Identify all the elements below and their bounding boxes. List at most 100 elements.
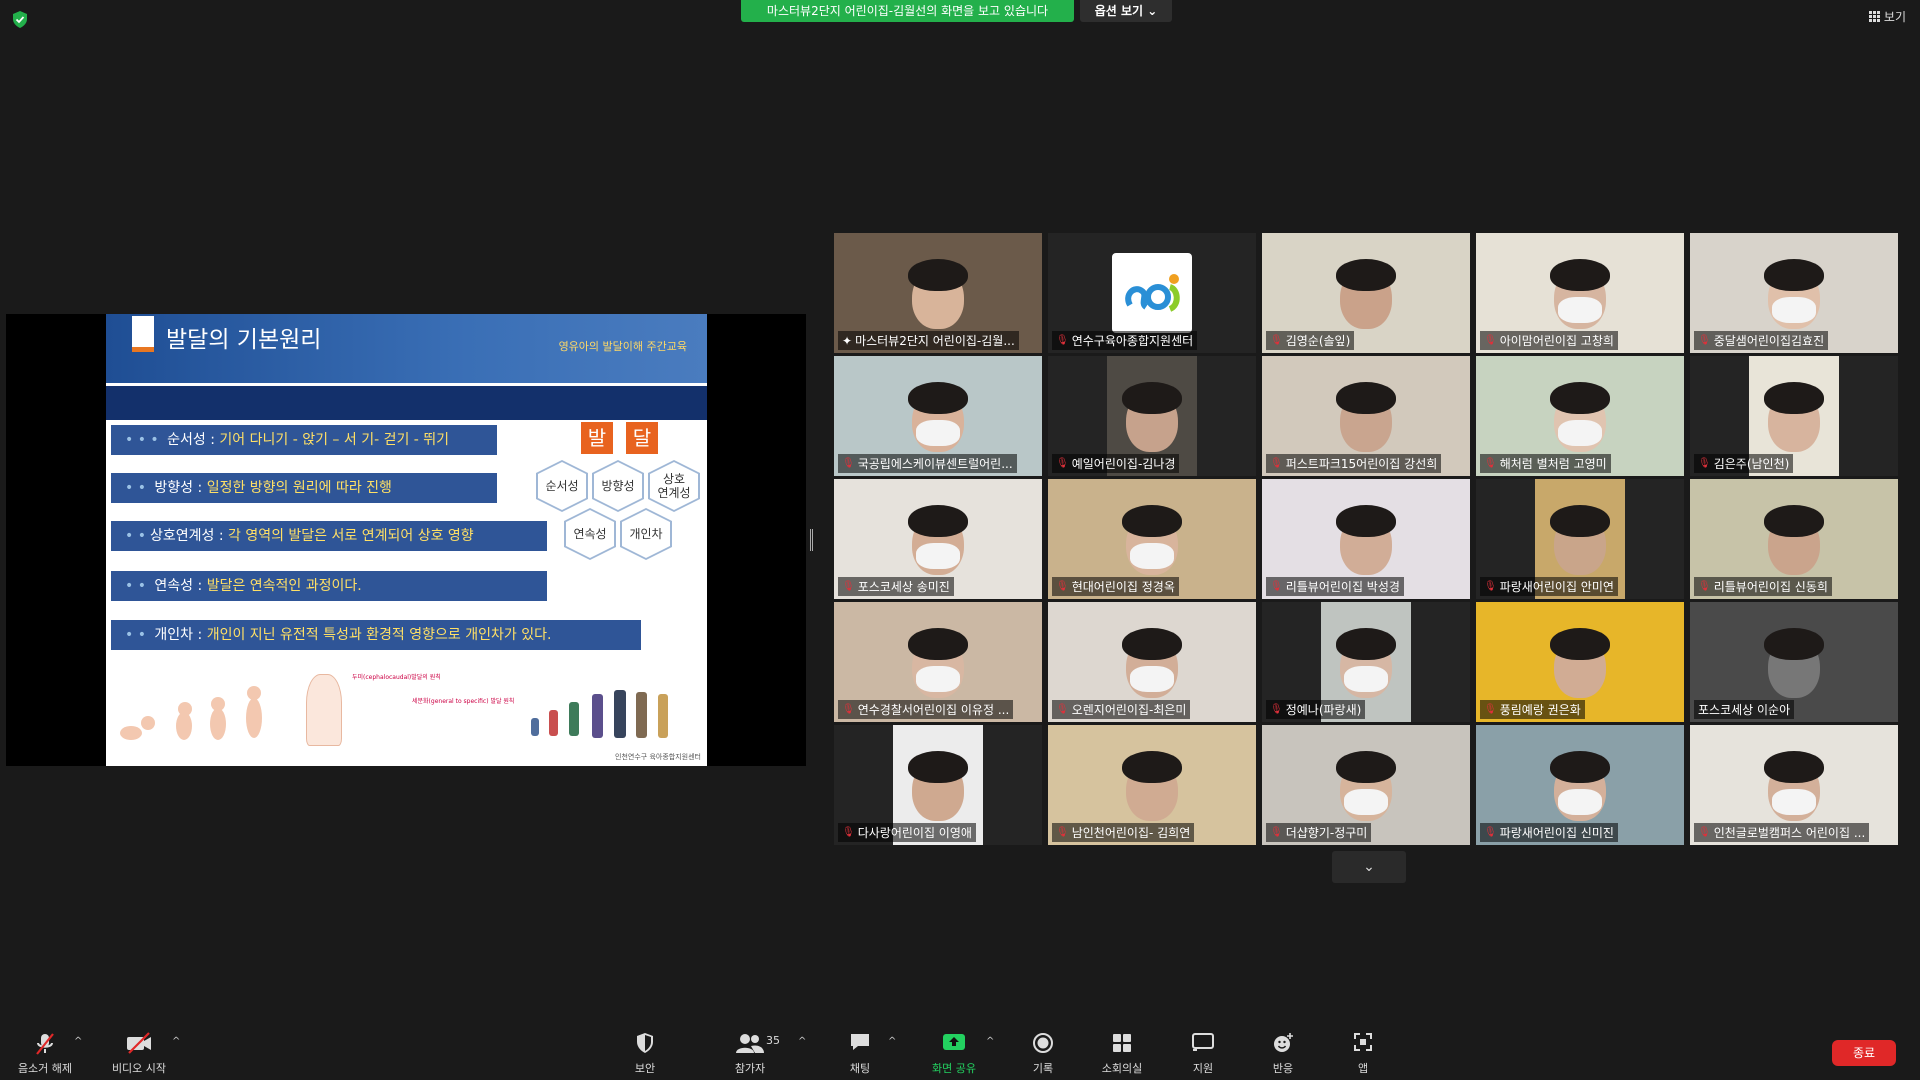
principle-row: • • 개인차 : 개인이 지닌 유전적 특성과 환경적 영향으로 개인차가 있… xyxy=(111,620,641,650)
cast-screen-icon xyxy=(1188,1032,1218,1058)
microphone-muted-icon: 🎙 xyxy=(1270,827,1283,838)
apps-button[interactable]: 앱 xyxy=(1348,1032,1378,1076)
view-label: 보기 xyxy=(1883,10,1906,24)
meeting-toolbar: 음소거 해제 ^ 비디오 시작 ^ 보안 35 참가자 ^ 채팅 ^ 화면 공유 xyxy=(0,1020,1920,1080)
start-video-label: 비디오 시작 xyxy=(111,1062,167,1075)
participant-tile[interactable]: 🎙 리틀뷰어린이집 신동희 xyxy=(1690,479,1898,599)
share-screen-icon xyxy=(924,1032,984,1058)
participant-hair xyxy=(1122,505,1182,537)
participant-hair xyxy=(908,751,968,783)
participant-name-label: 🎙 해처럼 별처럼 고영미 xyxy=(1480,454,1611,473)
participant-count: 35 xyxy=(766,1034,780,1047)
support-button[interactable]: 지원 xyxy=(1188,1032,1218,1076)
breakout-rooms-label: 소회의실 xyxy=(1101,1062,1143,1075)
microphone-muted-icon xyxy=(12,1032,78,1058)
share-screen-button[interactable]: 화면 공유 xyxy=(924,1032,984,1076)
next-page-chevron-icon[interactable]: ⌄ xyxy=(1332,851,1406,883)
microphone-muted-icon: 🎙 xyxy=(1484,335,1497,346)
participant-tile[interactable]: 🎙 연수경찰서어린이집 이유정 ... xyxy=(834,602,1042,722)
start-video-button[interactable]: 비디오 시작 xyxy=(104,1032,174,1076)
participant-tile[interactable]: 🎙 연수구육아종합지원센터 xyxy=(1048,233,1256,353)
bal-character: 발 xyxy=(581,422,613,454)
view-button[interactable]: 보기 xyxy=(1868,8,1906,25)
top-bar: 마스터뷰2단지 어린이집-김월선의 화면을 보고 있습니다 옵션 보기 ⌄ 보기 xyxy=(0,0,1920,28)
participant-tile[interactable]: 🎙 풍림예랑 권은화 xyxy=(1476,602,1684,722)
participant-tile[interactable]: 🎙 퍼스트파크15어린이집 강선희 xyxy=(1262,356,1470,476)
participant-hair xyxy=(1764,382,1824,414)
chat-caret-icon[interactable]: ^ xyxy=(888,1036,896,1047)
participant-tile[interactable]: 🎙 더샵향기-정구미 xyxy=(1262,725,1470,845)
participant-tile[interactable]: 🎙 파랑새어린이집 안미연 xyxy=(1476,479,1684,599)
participant-name-label: 🎙 포스코세상 송미진 xyxy=(838,577,954,596)
share-options-caret-icon[interactable]: ^ xyxy=(986,1036,994,1047)
security-button[interactable]: 보안 xyxy=(625,1032,665,1076)
participant-tile[interactable]: 🎙 현대어린이집 정경옥 xyxy=(1048,479,1256,599)
principle-row: • • 상호연계성 : 각 영역의 발달은 서로 연계되어 상호 영향 xyxy=(111,521,547,551)
audio-options-caret-icon[interactable]: ^ xyxy=(74,1036,82,1047)
participant-tile[interactable]: 🎙 김은주(남인천) xyxy=(1690,356,1898,476)
participant-hair xyxy=(1122,628,1182,660)
participants-caret-icon[interactable]: ^ xyxy=(798,1036,806,1047)
participant-tile[interactable]: 🎙 다사랑어린이집 이영애 xyxy=(834,725,1042,845)
participant-tile[interactable]: 🎙 남인천어린이집- 김희연 xyxy=(1048,725,1256,845)
video-off-icon xyxy=(104,1032,174,1058)
video-options-caret-icon[interactable]: ^ xyxy=(172,1036,180,1047)
participant-name-label: 🎙 연수구육아종합지원센터 xyxy=(1052,331,1198,350)
participant-tile[interactable]: 🎙 포스코세상 송미진 xyxy=(834,479,1042,599)
participant-tile[interactable]: 🎙 중달샘어린이집김효진 xyxy=(1690,233,1898,353)
microphone-muted-icon: 🎙 xyxy=(1270,704,1283,715)
reactions-label: 반응 xyxy=(1272,1062,1294,1075)
record-button[interactable]: 기록 xyxy=(1028,1032,1058,1076)
participant-tile[interactable]: 🎙 예일어린이집-김나경 xyxy=(1048,356,1256,476)
view-options-button[interactable]: 옵션 보기 ⌄ xyxy=(1080,0,1172,22)
unmute-button[interactable]: 음소거 해제 xyxy=(12,1032,78,1076)
hex-label: 순서성 xyxy=(538,462,586,510)
face-mask xyxy=(1772,789,1816,815)
microphone-muted-icon: 🎙 xyxy=(1698,581,1711,592)
chat-button[interactable]: 채팅 xyxy=(842,1032,878,1076)
principle-desc: 개인이 지닌 유전적 특성과 환경적 영향으로 개인차가 있다. xyxy=(206,627,552,643)
microphone-muted-icon: 🎙 xyxy=(1056,335,1069,346)
end-meeting-button[interactable]: 종료 xyxy=(1832,1040,1896,1066)
record-label: 기록 xyxy=(1032,1062,1054,1075)
participant-tile[interactable]: 포스코세상 이순아 xyxy=(1690,602,1898,722)
participant-hair xyxy=(908,628,968,660)
participant-tile[interactable]: 🎙 오렌지어린이집-최은미 xyxy=(1048,602,1256,722)
participant-tile[interactable]: 🎙 아이맘어린이집 고창희 xyxy=(1476,233,1684,353)
participant-tile[interactable]: 🎙 인천글로벌캠퍼스 어린이집 ... xyxy=(1690,725,1898,845)
participant-hair xyxy=(1764,751,1824,783)
participant-tile[interactable]: ✦ 마스터뷰2단지 어린이집-김월... xyxy=(834,233,1042,353)
slide-tag xyxy=(132,316,154,352)
reactions-button[interactable]: 반응 xyxy=(1268,1032,1298,1076)
participant-tile[interactable]: 🎙 파랑새어린이집 신미진 xyxy=(1476,725,1684,845)
participant-name: 마스터뷰2단지 어린이집-김월... xyxy=(855,334,1015,348)
microphone-muted-icon: 🎙 xyxy=(1056,458,1069,469)
participant-name-label: 🎙 예일어린이집-김나경 xyxy=(1052,454,1180,473)
microphone-muted-icon: 🎙 xyxy=(1698,827,1711,838)
chat-label: 채팅 xyxy=(849,1062,871,1075)
participant-hair xyxy=(1122,382,1182,414)
participant-tile[interactable]: 🎙 정예나(파랑새) xyxy=(1262,602,1470,722)
participant-name: 포스코세상 이순아 xyxy=(1698,703,1791,717)
participant-name-label: 🎙 퍼스트파크15어린이집 강선희 xyxy=(1266,454,1442,473)
slide-band xyxy=(106,386,707,420)
presentation-slide: 발달의 기본원리 영유아의 발달이해 주간교육 • • • 순서성 : 기어 다… xyxy=(106,314,707,766)
participant-name: 국공립에스케이뷰센트럴어린... xyxy=(857,457,1013,471)
participant-tile[interactable]: 🎙 해처럼 별처럼 고영미 xyxy=(1476,356,1684,476)
participant-tile[interactable]: 🎙 김영순(솔잎) xyxy=(1262,233,1470,353)
participant-name: 인천글로벌캠퍼스 어린이집 ... xyxy=(1713,826,1866,840)
participant-tile[interactable]: 🎙 국공립에스케이뷰센트럴어린... xyxy=(834,356,1042,476)
participant-tile[interactable]: 🎙 리틀뷰어린이집 박성경 xyxy=(1262,479,1470,599)
apps-label: 앱 xyxy=(1357,1062,1369,1075)
gallery-view: ✦ 마스터뷰2단지 어린이집-김월... 🎙 연수구육아종합지원센터 🎙 김영순(솔잎) 🎙… xyxy=(834,233,1904,845)
apps-icon xyxy=(1348,1032,1378,1058)
participant-hair xyxy=(1336,259,1396,291)
participant-hair xyxy=(1550,628,1610,660)
breakout-rooms-button[interactable]: 소회의실 xyxy=(1096,1032,1148,1076)
participants-button[interactable]: 35 참가자 xyxy=(726,1032,780,1076)
encryption-shield-icon[interactable] xyxy=(12,11,28,28)
split-view-divider[interactable] xyxy=(810,529,813,551)
face-mask xyxy=(916,543,960,569)
participant-hair xyxy=(1550,751,1610,783)
shared-screen[interactable]: 발달의 기본원리 영유아의 발달이해 주간교육 • • • 순서성 : 기어 다… xyxy=(6,314,806,766)
